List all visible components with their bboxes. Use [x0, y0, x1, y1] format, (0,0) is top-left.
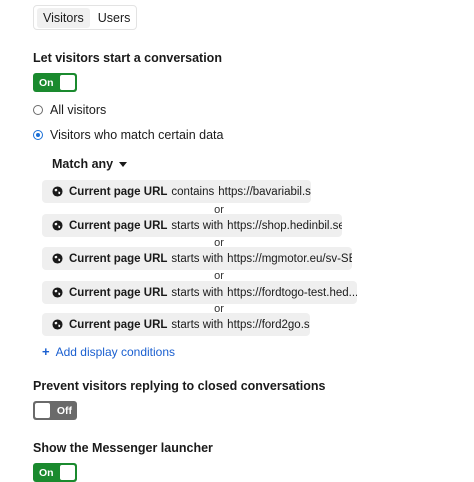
toggle-label: On	[39, 76, 54, 89]
globe-icon	[52, 220, 63, 231]
condition-pill[interactable]: Current page URL starts with https://for…	[42, 313, 310, 336]
start-conversation-title: Let visitors start a conversation	[33, 51, 222, 65]
radio-label: All visitors	[50, 103, 107, 117]
condition-value: https://ford2go.se	[227, 318, 310, 331]
condition-operator: contains	[171, 185, 215, 198]
caret-down-icon	[119, 162, 128, 167]
radio-matching-visitors[interactable]: Visitors who match certain data	[33, 128, 223, 142]
condition-operator: starts with	[171, 252, 224, 265]
tab-users[interactable]: Users	[92, 8, 137, 28]
plus-icon: +	[42, 344, 50, 359]
toggle-label: Off	[56, 404, 72, 417]
toggle-knob	[60, 75, 75, 90]
condition-field: Current page URL	[69, 286, 168, 299]
condition-value: https://shop.hedinbil.se/	[227, 219, 342, 232]
radio-button[interactable]	[33, 105, 43, 115]
condition-operator: starts with	[171, 286, 224, 299]
condition-operator: starts with	[171, 318, 224, 331]
radio-button-selected[interactable]	[33, 130, 43, 140]
tab-visitors[interactable]: Visitors	[37, 7, 90, 28]
toggle-label: On	[39, 466, 54, 479]
condition-pill[interactable]: Current page URL starts with https://for…	[42, 281, 357, 304]
match-any-dropdown[interactable]: Match any	[52, 157, 128, 171]
toggle-knob	[60, 465, 75, 480]
start-conversation-toggle[interactable]: On	[33, 73, 77, 92]
messenger-launcher-title: Show the Messenger launcher	[33, 441, 213, 455]
condition-value: https://bavariabil.se/	[218, 185, 311, 198]
condition-value: https://fordtogo-test.hed...	[227, 286, 357, 299]
globe-icon	[52, 253, 63, 264]
messenger-launcher-toggle[interactable]: On	[33, 463, 77, 482]
condition-value: https://mgmotor.eu/sv-SE	[227, 252, 352, 265]
condition-field: Current page URL	[69, 252, 168, 265]
condition-operator: starts with	[171, 219, 224, 232]
condition-pill[interactable]: Current page URL starts with https://mgm…	[42, 247, 352, 270]
prevent-replies-title: Prevent visitors replying to closed conv…	[33, 379, 326, 393]
globe-icon	[52, 186, 63, 197]
condition-pill[interactable]: Current page URL contains https://bavari…	[42, 180, 311, 203]
condition-field: Current page URL	[69, 219, 168, 232]
radio-label: Visitors who match certain data	[50, 128, 224, 142]
match-any-label: Match any	[52, 157, 114, 171]
add-display-conditions-link[interactable]: + Add display conditions	[42, 344, 175, 359]
toggle-knob	[35, 403, 50, 418]
globe-icon	[52, 319, 63, 330]
condition-field: Current page URL	[69, 185, 168, 198]
condition-pill[interactable]: Current page URL starts with https://sho…	[42, 214, 342, 237]
condition-field: Current page URL	[69, 318, 168, 331]
radio-all-visitors[interactable]: All visitors	[33, 103, 106, 117]
add-display-conditions-label: Add display conditions	[55, 344, 176, 359]
globe-icon	[52, 287, 63, 298]
prevent-replies-toggle[interactable]: Off	[33, 401, 77, 420]
audience-tabs: Visitors Users	[33, 5, 137, 30]
